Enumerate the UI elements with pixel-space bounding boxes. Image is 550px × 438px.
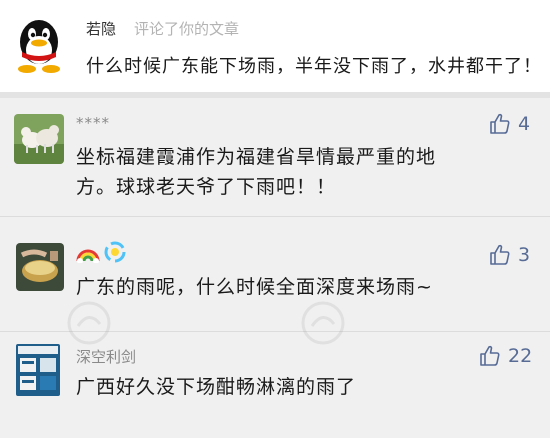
comment-text: 坐标福建霞浦作为福建省旱情最严重的地 方。球球老天爷了下雨吧！！ xyxy=(76,142,436,202)
thumbs-up-icon xyxy=(490,244,510,265)
post-action-text: 评论了你的文章 xyxy=(134,20,240,38)
swirl-icon xyxy=(104,241,126,263)
comment-item: **** 4 坐标福建霞浦作为福建省旱情最严重的地 方。球球老天爷了下雨吧！！ xyxy=(0,98,550,216)
comment-text-line: 坐标福建霞浦作为福建省旱情最严重的地 xyxy=(76,146,437,168)
comment-author-name[interactable]: **** xyxy=(76,114,110,132)
comment-item: 深空利剑 22 广西好久没下场酣畅淋漓的雨了 xyxy=(0,332,550,438)
book-cover-avatar[interactable] xyxy=(16,344,60,396)
thumbs-up-icon xyxy=(490,113,510,134)
like-button[interactable]: 3 xyxy=(488,243,530,267)
comment-text: 广东的雨呢，什么时候全面深度来场雨~ xyxy=(76,276,433,298)
rainbow-icon xyxy=(76,249,100,263)
like-count: 22 xyxy=(508,345,533,367)
comment-author-name[interactable]: 深空利剑 xyxy=(76,346,136,367)
post-author-name[interactable]: 若隐 xyxy=(86,18,116,39)
comment-text: 广西好久没下场酣畅淋漓的雨了 xyxy=(76,376,357,398)
like-button[interactable]: 22 xyxy=(478,344,532,368)
author-badges xyxy=(76,241,126,263)
post-text: 什么时候广东能下场雨，半年没下雨了，水井都干了！ xyxy=(86,56,542,77)
watermark-logo xyxy=(301,301,345,345)
thumbs-up-icon xyxy=(480,345,500,366)
like-button[interactable]: 4 xyxy=(488,112,530,136)
post-card: 若隐 评论了你的文章 什么时候广东能下场雨，半年没下雨了，水井都干了！ xyxy=(0,0,550,92)
rice-bowl-avatar[interactable] xyxy=(16,243,64,291)
qq-penguin-avatar[interactable] xyxy=(12,16,66,74)
like-count: 4 xyxy=(518,113,531,135)
goats-avatar[interactable] xyxy=(14,114,64,164)
comment-text-line: 方。球球老天爷了下雨吧！！ xyxy=(76,176,337,198)
watermark-logo xyxy=(67,301,111,345)
like-count: 3 xyxy=(518,244,531,266)
